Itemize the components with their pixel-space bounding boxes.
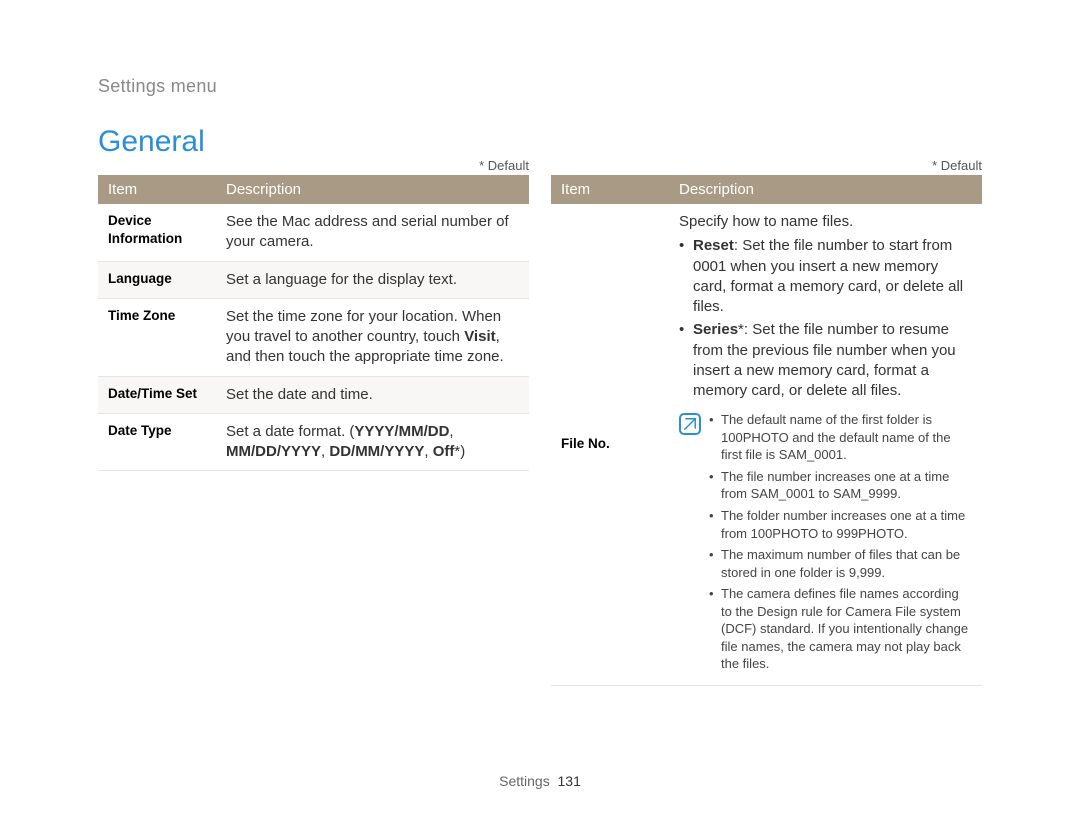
item-cell: Time Zone [98, 298, 216, 376]
desc-text: , [424, 443, 432, 460]
th-description: Description [216, 175, 529, 204]
bullet-item: Reset: Set the file number to start from… [679, 236, 972, 317]
table-row: Time Zone Set the time zone for your loc… [98, 298, 529, 376]
desc-bold: YYYY/MM/DD [354, 423, 449, 440]
manual-page: Settings menu General * Default Item Des… [0, 0, 1080, 815]
item-cell: Language [98, 261, 216, 298]
item-cell: File No. [551, 204, 669, 685]
bullet-list: Reset: Set the file number to start from… [679, 236, 972, 401]
note-item: The file number increases one at a time … [709, 468, 972, 503]
desc-text: Set a date format. ( [226, 423, 354, 440]
page-title: General [98, 125, 205, 159]
desc-cell: Set a language for the display text. [216, 261, 529, 298]
item-cell: Date Type [98, 413, 216, 471]
left-table: Item Description Device Information See … [98, 175, 529, 471]
desc-bold: Off [433, 443, 455, 460]
item-cell: Device Information [98, 204, 216, 261]
table-row: Date/Time Set Set the date and time. [98, 376, 529, 413]
bullet-text: : Set the file number to start from 0001… [693, 237, 963, 315]
footer-section: Settings [499, 773, 550, 789]
desc-bold: DD/MM/YYYY [329, 443, 424, 460]
default-marker-left: * Default [98, 158, 529, 173]
footer-page-number: 131 [558, 773, 581, 789]
desc-cell: Set a date format. (YYYY/MM/DD, MM/DD/YY… [216, 413, 529, 471]
th-description: Description [669, 175, 982, 204]
desc-text: Set the time zone for your location. Whe… [226, 308, 501, 345]
left-column: * Default Item Description Device Inform… [98, 158, 529, 686]
th-item: Item [98, 175, 216, 204]
table-row: Date Type Set a date format. (YYYY/MM/DD… [98, 413, 529, 471]
bullet-label: Reset [693, 237, 734, 254]
note-item: The folder number increases one at a tim… [709, 507, 972, 542]
desc-intro: Specify how to name files. [679, 212, 972, 232]
th-item: Item [551, 175, 669, 204]
item-cell: Date/Time Set [98, 376, 216, 413]
note-icon [679, 413, 701, 435]
default-marker-right: * Default [551, 158, 982, 173]
desc-bold: Visit [464, 328, 495, 345]
desc-bold: MM/DD/YYYY [226, 443, 321, 460]
note-item: The default name of the first folder is … [709, 411, 972, 464]
desc-cell: See the Mac address and serial number of… [216, 204, 529, 261]
note-block: The default name of the first folder is … [679, 411, 972, 677]
bullet-item: Series*: Set the file number to resume f… [679, 320, 972, 401]
desc-text: *) [454, 443, 465, 460]
note-item: The camera defines file names according … [709, 585, 972, 673]
right-table: Item Description File No. Specify how to… [551, 175, 982, 686]
note-list: The default name of the first folder is … [709, 411, 972, 677]
desc-cell: Set the time zone for your location. Whe… [216, 298, 529, 376]
desc-cell: Specify how to name files. Reset: Set th… [669, 204, 982, 685]
breadcrumb: Settings menu [98, 76, 217, 97]
desc-cell: Set the date and time. [216, 376, 529, 413]
content-columns: * Default Item Description Device Inform… [98, 158, 982, 686]
note-item: The maximum number of files that can be … [709, 546, 972, 581]
table-row: Language Set a language for the display … [98, 261, 529, 298]
right-column: * Default Item Description File No. Spec… [551, 158, 982, 686]
desc-text: , [449, 423, 453, 440]
bullet-label: Series [693, 321, 738, 338]
table-row: Device Information See the Mac address a… [98, 204, 529, 261]
table-row: File No. Specify how to name files. Rese… [551, 204, 982, 685]
page-footer: Settings 131 [0, 773, 1080, 789]
